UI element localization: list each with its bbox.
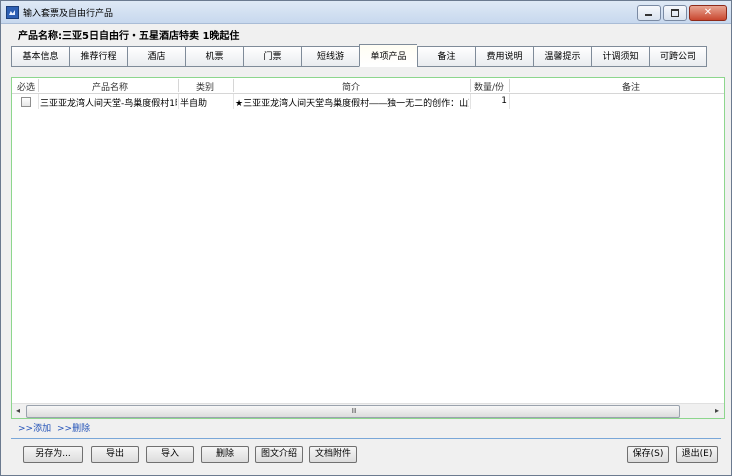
tab-air-ticket[interactable]: 机票 <box>185 46 243 67</box>
column-separator[interactable] <box>233 79 234 92</box>
tab-notes[interactable]: 备注 <box>417 46 475 67</box>
title-bar[interactable]: 输入套票及自由行产品 ✕ <box>1 1 731 24</box>
tab-admission-ticket[interactable]: 门票 <box>243 46 301 67</box>
table-row[interactable]: 三亚亚龙湾人间天堂-鸟巢度假村1晚 半自助 ★三亚亚龙湾人间天堂鸟巢度假村――独… <box>12 94 724 109</box>
minimize-button[interactable] <box>637 5 661 21</box>
column-header-required[interactable]: 必选 <box>17 80 35 93</box>
scrollbar-thumb[interactable]: Ⅲ <box>26 405 680 418</box>
picture-intro-button[interactable]: 图文介绍 <box>255 446 303 463</box>
column-header-quantity[interactable]: 数量/份 <box>474 80 504 93</box>
delete-button[interactable]: 删除 <box>201 446 249 463</box>
window-controls: ✕ <box>637 5 727 21</box>
tab-hotel[interactable]: 酒店 <box>127 46 185 67</box>
tab-fee-description[interactable]: 费用说明 <box>475 46 533 67</box>
tab-bar: 基本信息 推荐行程 酒店 机票 门票 短线游 单项产品 备注 费用说明 温馨提示… <box>11 44 707 68</box>
tab-short-tour[interactable]: 短线游 <box>301 46 359 67</box>
tab-basic-info[interactable]: 基本信息 <box>11 46 69 67</box>
horizontal-scrollbar[interactable]: ◂ Ⅲ ▸ <box>12 403 724 418</box>
app-icon <box>6 6 19 19</box>
product-grid: 必选 产品名称 类别 简介 数量/份 备注 三亚亚龙湾人间天堂-鸟巢度假村1晚 … <box>11 77 725 419</box>
cell-intro[interactable]: ★三亚亚龙湾人间天堂鸟巢度假村――独一无二的创作：山顶电 <box>235 96 469 109</box>
column-header-product-name[interactable]: 产品名称 <box>92 80 128 93</box>
footer-divider <box>11 438 721 439</box>
cell-separator <box>470 94 471 109</box>
cell-category[interactable]: 半自助 <box>180 96 232 109</box>
cell-separator <box>233 94 234 109</box>
close-button[interactable]: ✕ <box>689 5 727 21</box>
main-window: 输入套票及自由行产品 ✕ 产品名称:三亚5日自由行・五星酒店特卖 1晚起住 基本… <box>0 0 732 476</box>
cell-separator <box>509 94 510 109</box>
tab-cross-company[interactable]: 可跨公司 <box>649 46 707 67</box>
maximize-icon <box>671 9 679 17</box>
scroll-left-arrow-icon[interactable]: ◂ <box>13 406 23 416</box>
tab-operator-notice[interactable]: 计调须知 <box>591 46 649 67</box>
tab-tips[interactable]: 温馨提示 <box>533 46 591 67</box>
minimize-icon <box>645 14 652 16</box>
close-icon: ✕ <box>703 7 713 18</box>
attachment-button[interactable]: 文档附件 <box>309 446 357 463</box>
tab-single-product[interactable]: 单项产品 <box>359 44 417 67</box>
scroll-right-arrow-icon[interactable]: ▸ <box>712 406 722 416</box>
cell-product-name[interactable]: 三亚亚龙湾人间天堂-鸟巢度假村1晚 <box>40 96 177 109</box>
grid-header: 必选 产品名称 类别 简介 数量/份 备注 <box>12 78 724 94</box>
cell-quantity[interactable]: 1 <box>472 96 507 106</box>
row-required-checkbox[interactable] <box>21 97 31 107</box>
column-separator[interactable] <box>178 79 179 92</box>
window-title: 输入套票及自由行产品 <box>23 9 114 19</box>
column-header-category[interactable]: 类别 <box>196 80 214 93</box>
maximize-button[interactable] <box>663 5 687 21</box>
column-separator[interactable] <box>470 79 471 92</box>
column-separator[interactable] <box>509 79 510 92</box>
grip-icon: Ⅲ <box>351 407 357 415</box>
cell-separator <box>178 94 179 109</box>
product-name-label: 产品名称:三亚5日自由行・五星酒店特卖 1晚起住 <box>18 31 240 42</box>
column-header-intro[interactable]: 简介 <box>342 80 360 93</box>
delete-link[interactable]: >>删除 <box>57 421 90 434</box>
tab-recommended-itinerary[interactable]: 推荐行程 <box>69 46 127 67</box>
exit-button[interactable]: 退出(E) <box>676 446 718 463</box>
column-header-remark[interactable]: 备注 <box>622 80 640 93</box>
add-link[interactable]: >>添加 <box>18 421 51 434</box>
save-as-button[interactable]: 另存为... <box>23 446 83 463</box>
save-button[interactable]: 保存(S) <box>627 446 669 463</box>
export-button[interactable]: 导出 <box>91 446 139 463</box>
column-separator[interactable] <box>38 79 39 92</box>
cell-separator <box>38 94 39 109</box>
import-button[interactable]: 导入 <box>146 446 194 463</box>
